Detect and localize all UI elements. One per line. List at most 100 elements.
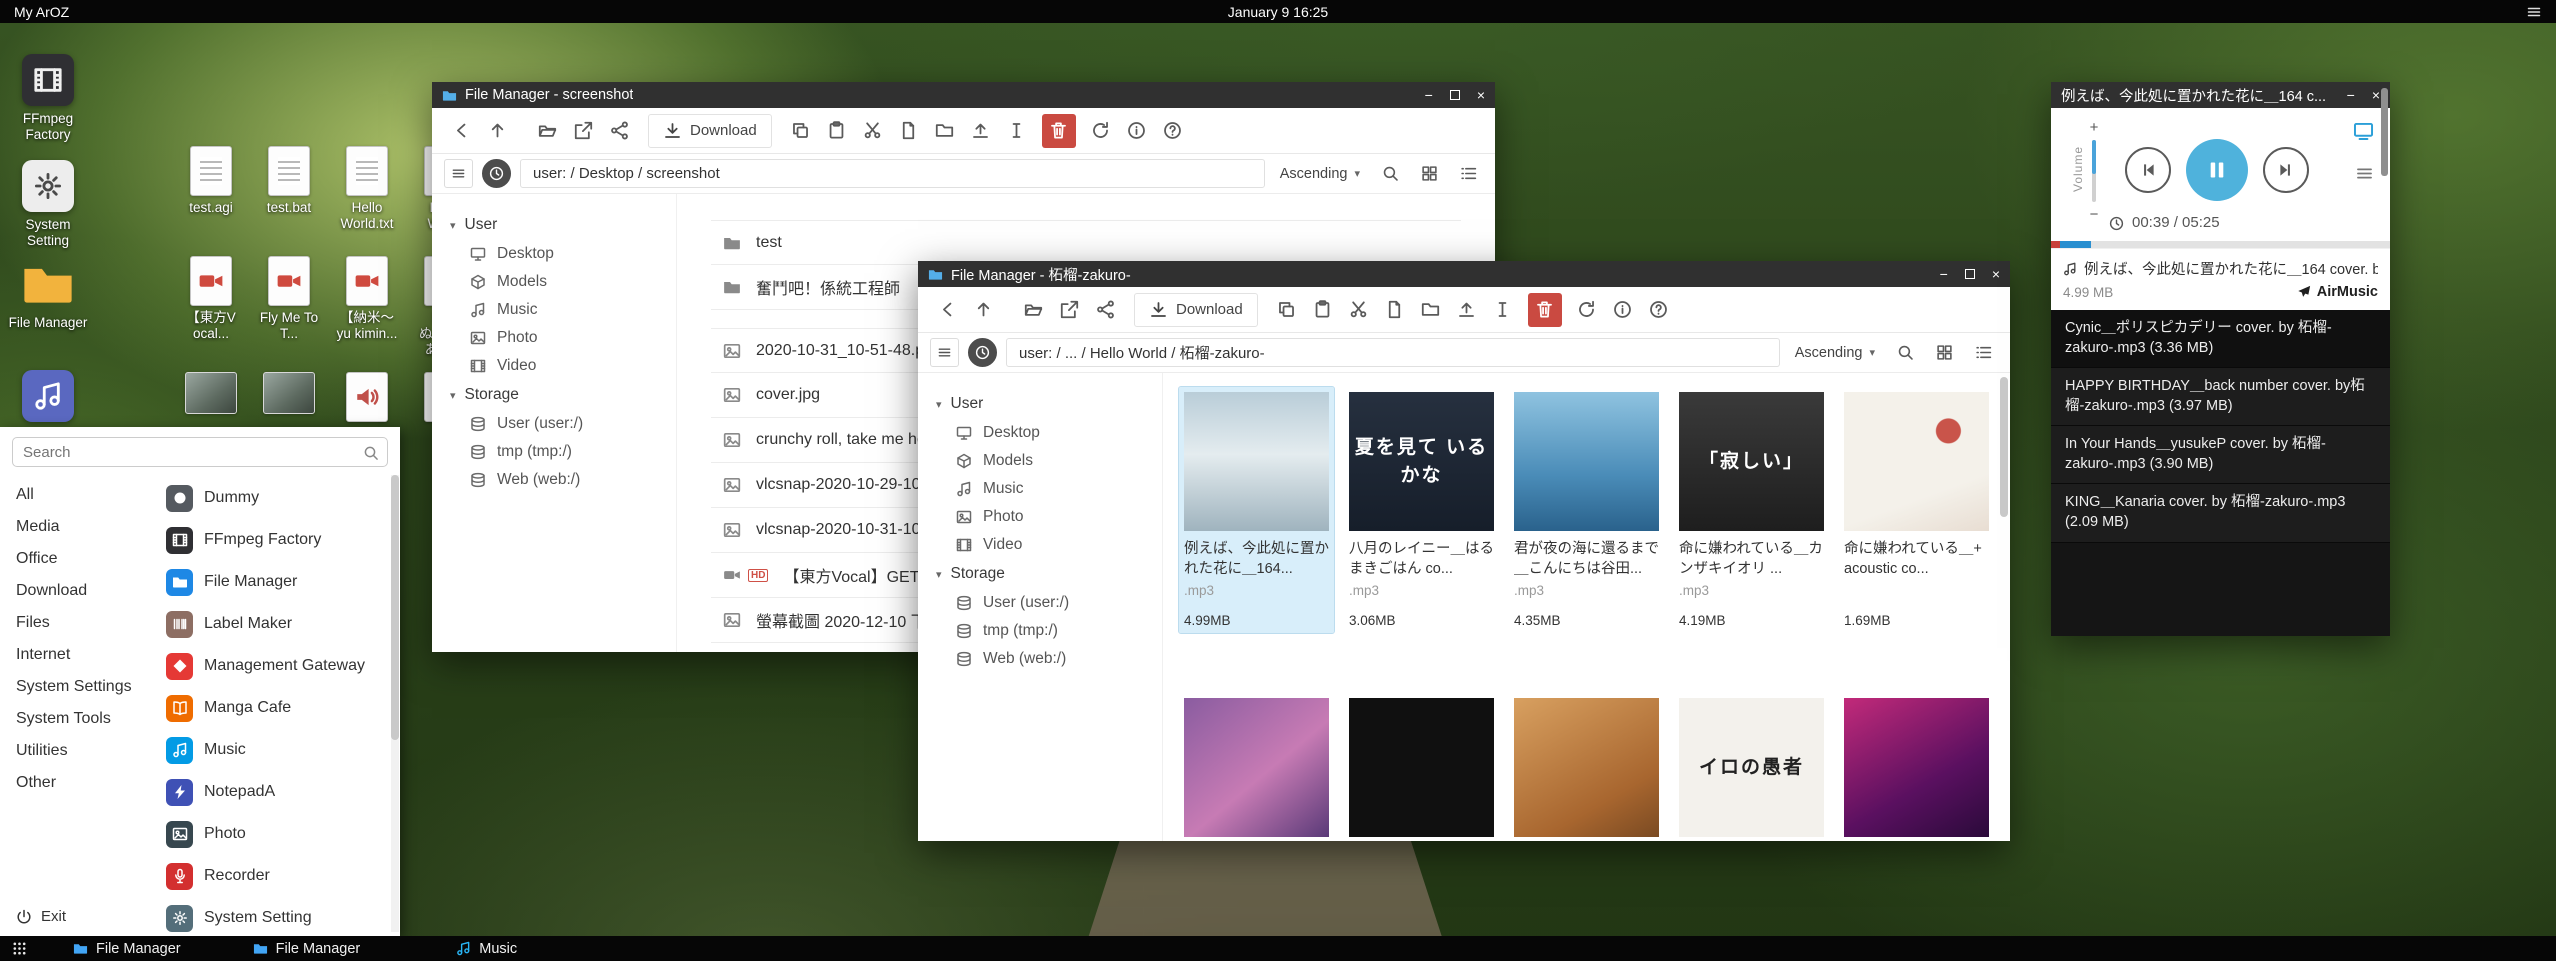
app-list-item[interactable]: NotepadA <box>158 771 400 813</box>
toolbar-folder-open-button[interactable] <box>530 114 564 148</box>
sidebar-section-header[interactable]: ▾User <box>432 210 676 240</box>
list-view-button[interactable] <box>1968 338 1998 368</box>
desktop-file-icon[interactable] <box>336 372 398 426</box>
toolbar-folder-button[interactable] <box>928 114 962 148</box>
sidebar-section-header[interactable]: ▾Storage <box>918 559 1162 589</box>
toolbar-download-button[interactable]: Download <box>648 114 772 148</box>
sidebar-toggle-button[interactable] <box>930 338 959 367</box>
toolbar-refresh-button[interactable] <box>1084 114 1118 148</box>
desktop-file-icon[interactable]: test.agi <box>180 146 242 232</box>
playlist-item[interactable]: HAPPY BIRTHDAY＿back number cover. by柘榴-z… <box>2051 368 2390 426</box>
category-item[interactable]: Internet <box>0 639 158 671</box>
pause-button[interactable] <box>2186 139 2248 201</box>
search-input[interactable] <box>12 437 388 467</box>
toolbar-back-button[interactable] <box>930 293 964 327</box>
toolbar-file-button[interactable] <box>1378 293 1412 327</box>
sidebar-item[interactable]: Models <box>918 447 1162 475</box>
sidebar-item[interactable]: tmp (tmp:/) <box>918 617 1162 645</box>
sidebar-item[interactable]: User (user:/) <box>918 589 1162 617</box>
playlist-scrollbar[interactable] <box>2381 88 2388 176</box>
category-item[interactable]: Media <box>0 511 158 543</box>
toolbar-share-button[interactable] <box>1088 293 1122 327</box>
next-track-button[interactable] <box>2263 147 2309 193</box>
toolbar-help-button[interactable] <box>1642 293 1676 327</box>
scrollbar-thumb[interactable] <box>2000 377 2008 517</box>
player-menu-icon[interactable] <box>2355 164 2374 183</box>
sidebar-item[interactable]: Video <box>432 352 676 380</box>
category-item[interactable]: Office <box>0 543 158 575</box>
minimize-button[interactable]: − <box>2347 88 2355 102</box>
toolbar-paste-button[interactable] <box>820 114 854 148</box>
playlist-item[interactable]: In Your Hands＿yusukeP cover. by 柘榴-zakur… <box>2051 426 2390 484</box>
toolbar-info-button[interactable] <box>1606 293 1640 327</box>
category-item[interactable]: System Settings <box>0 671 158 703</box>
app-list-item[interactable]: Dummy <box>158 477 400 519</box>
desktop-file-icon[interactable] <box>180 372 242 426</box>
toolbar-help-button[interactable] <box>1156 114 1190 148</box>
app-list-item[interactable]: Label Maker <box>158 603 400 645</box>
sidebar-item[interactable]: Music <box>432 296 676 324</box>
toolbar-upload-button[interactable] <box>964 114 998 148</box>
app-list-item[interactable]: Music <box>158 729 400 771</box>
desktop-app-icon[interactable]: File Manager <box>4 258 92 331</box>
category-item[interactable]: Utilities <box>0 735 158 767</box>
desktop-file-icon[interactable]: Fly Me To T... <box>258 256 320 374</box>
grid-item[interactable]: 裏＿HamP cover... <box>1344 693 1499 841</box>
toolbar-trash-button[interactable] <box>1528 293 1562 327</box>
previous-track-button[interactable] <box>2125 147 2171 193</box>
toolbar-rename-button[interactable] <box>1486 293 1520 327</box>
sidebar-item[interactable]: Models <box>432 268 676 296</box>
sidebar-item[interactable]: Music <box>918 475 1162 503</box>
title-bar[interactable]: 例えば、今此処に置かれた花に＿164 c... − × <box>2051 82 2390 108</box>
sidebar-item[interactable]: Desktop <box>918 419 1162 447</box>
search-button[interactable] <box>1890 338 1920 368</box>
title-bar[interactable]: File Manager - screenshot − × <box>432 82 1495 108</box>
sidebar-item[interactable]: Desktop <box>432 240 676 268</box>
toolbar-external-button[interactable] <box>566 114 600 148</box>
sidebar-section-header[interactable]: ▾User <box>918 389 1162 419</box>
desktop-app-icon[interactable]: FFmpeg Factory <box>4 54 92 143</box>
path-input[interactable] <box>520 159 1265 188</box>
desktop-file-icon[interactable]: test.bat <box>258 146 320 232</box>
grid-item[interactable]: 君が夜の海に還るまで＿こんにちは谷田... .mp3 4.35MB <box>1509 387 1664 633</box>
toolbar-trash-button[interactable] <box>1042 114 1076 148</box>
path-input[interactable] <box>1006 338 1780 367</box>
close-button[interactable]: × <box>1477 88 1485 102</box>
playlist-item[interactable]: KING＿Kanaria cover. by 柘榴-zakuro-.mp3 (2… <box>2051 484 2390 542</box>
sidebar-item[interactable]: Video <box>918 531 1162 559</box>
search-button[interactable] <box>1375 159 1405 189</box>
desktop-file-icon[interactable]: 【納米～yu kimin... <box>336 256 398 374</box>
grid-item[interactable]: 世界東京 Avase... <box>1839 693 1994 841</box>
grid-item[interactable]: 四季折々に揉られ... <box>1179 693 1334 841</box>
menu-icon[interactable] <box>2526 3 2542 20</box>
sort-select[interactable]: Ascending ▾ <box>1274 166 1366 182</box>
toolbar-up-button[interactable] <box>480 114 514 148</box>
list-view-button[interactable] <box>1453 159 1483 189</box>
scrollbar[interactable] <box>391 475 399 932</box>
category-item[interactable]: All <box>0 479 158 511</box>
app-list-item[interactable]: FFmpeg Factory <box>158 519 400 561</box>
sidebar-item[interactable]: Photo <box>432 324 676 352</box>
exit-button[interactable]: Exit <box>0 897 158 936</box>
toolbar-share-button[interactable] <box>602 114 636 148</box>
toolbar-cut-button[interactable] <box>856 114 890 148</box>
sidebar-item[interactable]: tmp (tmp:/) <box>432 438 676 466</box>
close-button[interactable]: × <box>1992 267 2000 281</box>
grid-item[interactable]: 命に嫌われている＿+ acoustic co... 1.69MB <box>1839 387 1994 633</box>
toolbar-up-button[interactable] <box>966 293 1000 327</box>
taskbar-item[interactable]: File Manager <box>61 936 193 961</box>
toolbar-folder-open-button[interactable] <box>1016 293 1050 327</box>
taskbar-item[interactable]: Music <box>444 936 529 961</box>
toolbar-folder-button[interactable] <box>1414 293 1448 327</box>
playlist-item[interactable]: Cynic＿ポリスピカデリー cover. by 柘榴-zakuro-.mp3 … <box>2051 310 2390 368</box>
history-button[interactable] <box>968 338 997 367</box>
volume-down-button[interactable]: − <box>2090 207 2099 222</box>
app-list-item[interactable]: Photo <box>158 813 400 855</box>
desktop-file-icon[interactable]: Hello World.txt <box>336 146 398 232</box>
sidebar-item[interactable]: User (user:/) <box>432 410 676 438</box>
toolbar-cut-button[interactable] <box>1342 293 1376 327</box>
minimize-button[interactable]: − <box>1940 267 1948 281</box>
airmusic-badge[interactable]: AirMusic <box>2297 284 2378 300</box>
toolbar-refresh-button[interactable] <box>1570 293 1604 327</box>
toolbar-info-button[interactable] <box>1120 114 1154 148</box>
